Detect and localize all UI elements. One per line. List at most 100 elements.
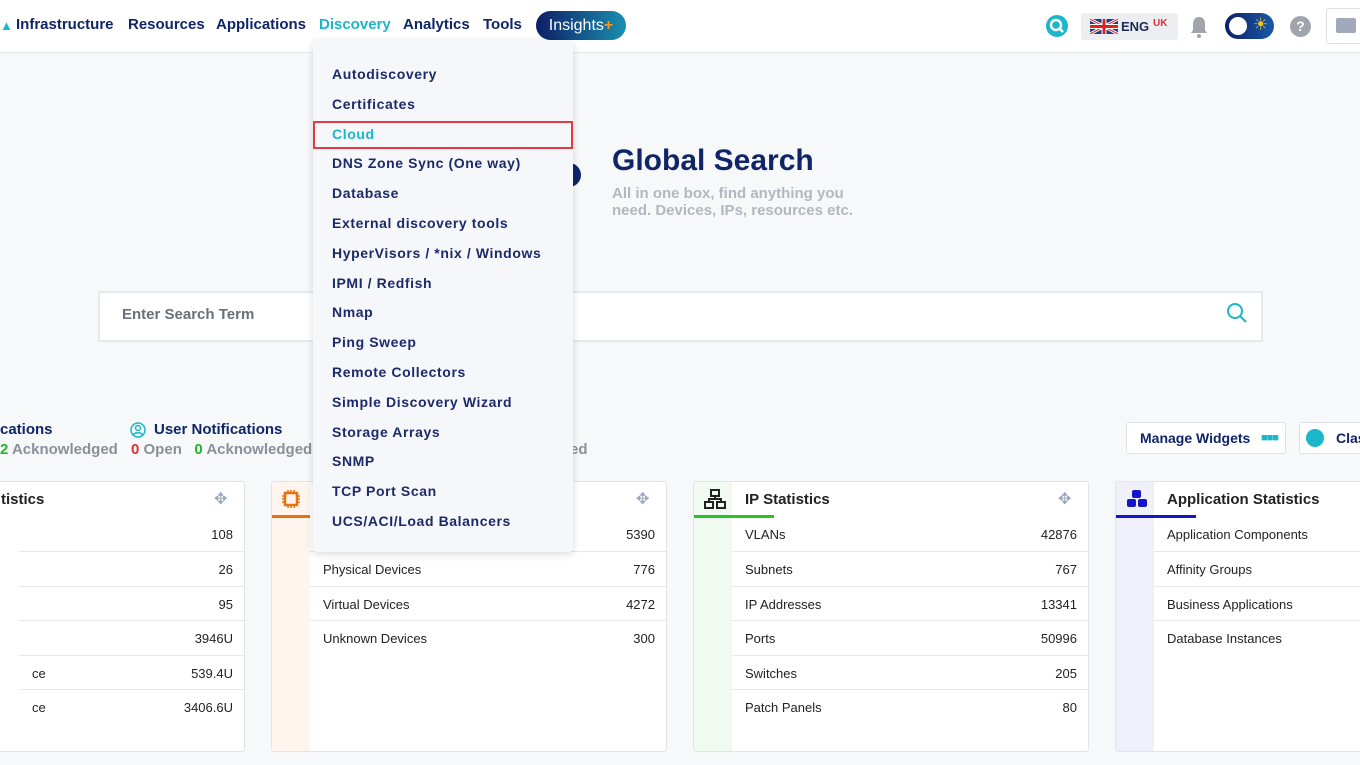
nav-analytics[interactable]: Analytics <box>403 16 470 33</box>
ack-label[interactable]: Acknowledged <box>12 441 118 458</box>
table-row[interactable]: ce 3406.6U <box>19 689 244 723</box>
open-count: 0 <box>131 441 140 458</box>
user-icon <box>130 422 146 438</box>
table-row[interactable]: Patch Panels 80 <box>732 689 1088 723</box>
insights-button[interactable]: Insights+ <box>536 11 626 40</box>
notifications-title[interactable]: cations <box>0 421 53 438</box>
table-row[interactable]: Application Components <box>1154 517 1360 551</box>
row-label: ce <box>32 700 46 715</box>
ack-label[interactable]: Acknowledged <box>206 441 312 458</box>
ack-count: 0 <box>194 441 203 458</box>
table-row[interactable]: IP Addresses 13341 <box>732 585 1088 620</box>
row-value: 539.4U <box>191 665 233 681</box>
table-row[interactable]: Subnets 767 <box>732 551 1088 585</box>
search-icon[interactable] <box>1045 14 1069 38</box>
sun-icon: ☀ <box>1253 15 1269 34</box>
row-label: Patch Panels <box>745 700 822 715</box>
row-value: 205 <box>1055 665 1077 681</box>
classic-button[interactable]: Clas <box>1299 422 1360 454</box>
menu-item-ping-sweep[interactable]: Ping Sweep <box>332 334 417 350</box>
card-icon-column <box>272 482 310 751</box>
menu-item-dns-zone-sync-one-way[interactable]: DNS Zone Sync (One way) <box>332 155 521 171</box>
card-title: tistics <box>1 491 45 508</box>
row-label: Unknown Devices <box>323 631 428 647</box>
move-handle-icon[interactable]: ✥ <box>1058 489 1071 509</box>
table-row[interactable]: Virtual Devices 4272 <box>310 585 666 620</box>
table-row[interactable]: Ports 50996 <box>732 620 1088 654</box>
menu-item-ucs-aci-load-balancers[interactable]: UCS/ACI/Load Balancers <box>332 513 511 529</box>
table-row[interactable]: VLANs 42876 <box>732 517 1088 551</box>
menu-item-remote-collectors[interactable]: Remote Collectors <box>332 364 466 380</box>
language-label: ENG <box>1121 19 1150 34</box>
top-nav: ▲ Infrastructure Resources Applications … <box>0 0 1360 53</box>
menu-item-cloud[interactable]: Cloud <box>332 126 375 142</box>
table-row[interactable]: Switches 205 <box>732 654 1088 689</box>
row-value: 776 <box>633 562 655 578</box>
table-row[interactable]: ce 539.4U <box>19 654 244 689</box>
user-notifications-title[interactable]: User Notifications <box>154 421 282 438</box>
home-icon[interactable]: ▲ <box>0 18 13 33</box>
menu-item-simple-discovery-wizard[interactable]: Simple Discovery Wizard <box>332 394 512 410</box>
search-icon[interactable] <box>1226 302 1248 324</box>
nav-resources[interactable]: Resources <box>128 16 205 33</box>
manage-widgets-button[interactable]: Manage Widgets ■■■ <box>1126 422 1286 454</box>
card-icon-column <box>1116 482 1154 751</box>
card-icon-column <box>694 482 732 751</box>
table-row[interactable]: Unknown Devices 300 <box>310 620 666 654</box>
menu-item-nmap[interactable]: Nmap <box>332 304 373 320</box>
nav-applications[interactable]: Applications <box>216 16 306 33</box>
row-value: 3946U <box>194 631 233 647</box>
menu-item-autodiscovery[interactable]: Autodiscovery <box>332 66 437 82</box>
stats-card: Application Statistics Application Compon… <box>1115 481 1360 752</box>
table-row[interactable]: 3946U <box>19 620 244 654</box>
global-search-box <box>98 291 1263 342</box>
row-label: Physical Devices <box>323 562 422 578</box>
menu-item-hypervisors-nix-windows[interactable]: HyperVisors / *nix / Windows <box>332 245 541 261</box>
menu-item-snmp[interactable]: SNMP <box>332 453 375 469</box>
table-row[interactable]: 26 <box>19 551 244 585</box>
table-row[interactable]: 108 <box>19 517 244 551</box>
nav-discovery[interactable]: Discovery <box>319 16 391 33</box>
row-value: 50996 <box>1040 631 1077 647</box>
card-title: Application Statistics <box>1167 491 1320 508</box>
stats-card: IP Statistics ✥ VLANs 42876 Subnets 767 IP Add… <box>693 481 1089 752</box>
row-label: IP Addresses <box>745 596 822 612</box>
row-label: ce <box>32 665 46 681</box>
chip-icon <box>282 490 300 508</box>
menu-item-ipmi-redfish[interactable]: IPMI / Redfish <box>332 275 432 291</box>
theme-toggle[interactable]: ☀ <box>1225 13 1274 39</box>
toggle-knob <box>1229 17 1247 35</box>
menu-item-tcp-port-scan[interactable]: TCP Port Scan <box>332 483 437 499</box>
menu-item-storage-arrays[interactable]: Storage Arrays <box>332 424 440 440</box>
table-row[interactable]: 95 <box>19 585 244 620</box>
insights-plus: + <box>603 17 614 34</box>
discovery-dropdown-menu: Autodiscovery Certificates Cloud DNS Zone S… <box>313 40 573 552</box>
row-label: Affinity Groups <box>1167 562 1253 578</box>
ack-count: 2 <box>0 441 9 458</box>
table-row[interactable]: Physical Devices 776 <box>310 551 666 585</box>
move-handle-icon[interactable]: ✥ <box>214 489 227 509</box>
classic-label: Clas <box>1336 430 1360 446</box>
row-label: Switches <box>745 665 798 681</box>
open-label[interactable]: Open <box>144 441 182 458</box>
menu-item-certificates[interactable]: Certificates <box>332 96 415 112</box>
briefcase-button[interactable] <box>1326 8 1360 44</box>
card-underline <box>272 515 310 518</box>
language-selector[interactable]: ENG UK <box>1081 13 1178 40</box>
row-value: 3406.6U <box>183 700 233 715</box>
nav-infrastructure[interactable]: Infrastructure <box>16 16 114 33</box>
grid-icon: ■■■ <box>1261 432 1279 444</box>
table-row[interactable]: Business Applications <box>1154 585 1360 620</box>
table-row[interactable]: Affinity Groups <box>1154 551 1360 585</box>
menu-item-external-discovery-tools[interactable]: External discovery tools <box>332 215 508 231</box>
row-label: Business Applications <box>1167 596 1293 612</box>
row-value: 4272 <box>626 596 655 612</box>
table-row[interactable]: Database Instances <box>1154 620 1360 654</box>
nav-tools[interactable]: Tools <box>483 16 522 33</box>
cubes-icon <box>1127 490 1147 507</box>
move-handle-icon[interactable]: ✥ <box>636 489 649 509</box>
menu-item-database[interactable]: Database <box>332 185 399 201</box>
bell-icon[interactable] <box>1189 15 1209 39</box>
help-icon[interactable]: ? <box>1290 16 1311 37</box>
row-label: VLANs <box>745 527 786 542</box>
